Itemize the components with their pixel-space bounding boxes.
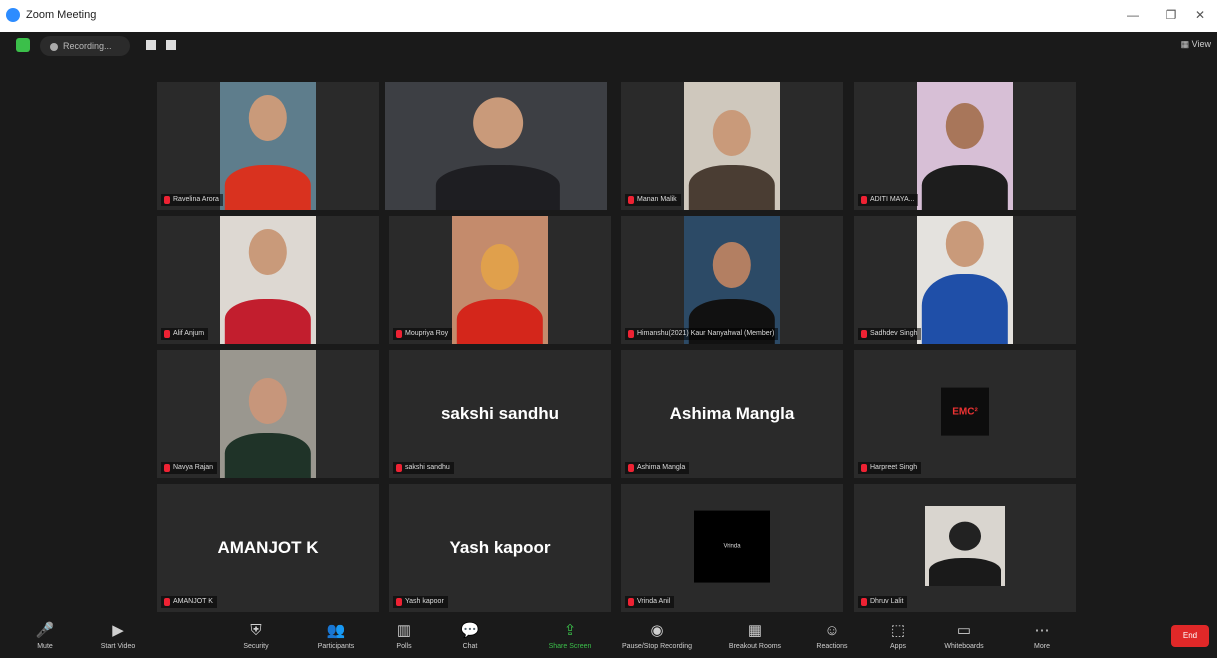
participant-tile[interactable]: AMANJOT K AMANJOT K [157, 484, 379, 612]
close-button[interactable]: ✕ [1190, 6, 1210, 24]
participant-video [385, 82, 607, 210]
view-label: View [1191, 39, 1211, 49]
participant-name: Moupriya Roy [393, 328, 453, 340]
recording-icon: ◉ [650, 622, 664, 639]
participant-name: AMANJOT K [161, 596, 217, 608]
meeting-controls-toolbar: 🎤 Mute ▶ Start Video ⛨ Security 👥 Participan… [0, 617, 1217, 658]
mute-button[interactable]: 🎤 Mute [15, 621, 75, 650]
more-icon: ⋯ [1034, 622, 1050, 639]
participant-name: Yash kapoor [393, 596, 448, 608]
breakout-rooms-icon: ▦ [747, 622, 763, 639]
shield-icon: ⛨ [250, 622, 262, 639]
participant-tile[interactable]: Ashima Mangla Ashima Mangla [621, 350, 843, 478]
participant-display-name: Yash kapoor [449, 538, 551, 557]
polls-button[interactable]: ▥ Polls [374, 621, 434, 650]
share-screen-button[interactable]: ⇪ Share Screen [540, 621, 600, 650]
meeting-top-bar: Recording... ▦ View [0, 32, 1217, 60]
microphone-icon: 🎤 [35, 622, 55, 639]
profile-logo: EMC² [941, 387, 989, 436]
whiteboards-button[interactable]: ▭ Whiteboards [934, 621, 994, 650]
participant-tile[interactable]: Dhruv Lalit [854, 484, 1076, 612]
reaction-smile-icon: ☺ [824, 622, 840, 639]
participant-tile[interactable]: Alif Anjum [157, 216, 379, 344]
participant-name: Ashima Mangla [625, 462, 690, 474]
participant-video [917, 216, 1013, 344]
participant-name: sakshi sandhu [393, 462, 454, 474]
participants-button[interactable]: 👥 Participants [306, 621, 366, 650]
participant-video [220, 216, 316, 344]
bar-chart-icon: ▥ [396, 622, 412, 639]
participant-name: Manan Malik [625, 194, 681, 206]
participant-tile[interactable]: Navya Rajan [157, 350, 379, 478]
window-title: Zoom Meeting [26, 9, 97, 21]
participant-tile[interactable]: ADITI MAYA... [854, 82, 1076, 210]
participant-tile[interactable]: Moupriya Roy [389, 216, 611, 344]
security-shield-icon[interactable] [16, 38, 30, 52]
participant-tile[interactable]: EMC² Harpreet Singh [854, 350, 1076, 478]
participant-name: Himanshu(2021) Kaur Nanyahwal (Member) [625, 328, 779, 340]
participant-name: Sadhdev Singh [858, 328, 922, 340]
profile-picture [925, 506, 1005, 586]
participant-name: Harpreet Singh [858, 462, 922, 474]
participant-display-name: Ashima Mangla [669, 404, 795, 423]
recording-indicator[interactable]: Recording... [40, 36, 130, 56]
participants-icon: 👥 [326, 622, 346, 639]
breakout-rooms-button[interactable]: ▦ Breakout Rooms [722, 621, 788, 650]
pause-stop-recording-button[interactable]: ◉ Pause/Stop Recording [618, 621, 696, 650]
minimize-button[interactable]: — [1123, 6, 1143, 24]
participant-tile[interactable]: Yash kapoor Yash kapoor [389, 484, 611, 612]
share-screen-icon: ⇪ [563, 622, 577, 639]
participant-display-name: AMANJOT K [217, 538, 319, 557]
apps-button[interactable]: ⬚ Apps [868, 621, 928, 650]
participant-video [917, 82, 1013, 210]
security-button[interactable]: ⛨ Security [226, 621, 286, 650]
chat-bubble-icon: 💬 [460, 622, 480, 639]
profile-picture: Vrinda [694, 510, 770, 583]
participant-video [452, 216, 548, 344]
participant-tile[interactable]: Vrinda Vrinda Anil [621, 484, 843, 612]
zoom-logo-icon [6, 8, 20, 22]
stop-recording-icon[interactable] [166, 40, 176, 50]
participant-tile[interactable]: Sadhdev Singh [854, 216, 1076, 344]
participant-name: Ravelina Arora [161, 194, 223, 206]
end-meeting-button[interactable]: End [1171, 625, 1209, 647]
whiteboard-icon: ▭ [956, 622, 972, 639]
participant-display-name: sakshi sandhu [440, 404, 560, 423]
recording-label: Recording... [63, 41, 112, 51]
participant-video [684, 216, 780, 344]
participant-name: Dhruv Lalit [858, 596, 908, 608]
participant-tile[interactable]: Himanshu(2021) Kaur Nanyahwal (Member) [621, 216, 843, 344]
participant-tile[interactable]: Manan Malik [621, 82, 843, 210]
participant-video [684, 82, 780, 210]
chat-button[interactable]: 💬 Chat [440, 621, 500, 650]
apps-icon: ⬚ [890, 622, 906, 639]
participant-name: Vrinda Anil [625, 596, 675, 608]
participant-video [220, 350, 316, 478]
more-button[interactable]: ⋯ More [1012, 621, 1072, 650]
participant-name: ADITI MAYA... [858, 194, 919, 206]
view-button[interactable]: ▦ View [1181, 39, 1211, 50]
maximize-button[interactable]: ❐ [1161, 6, 1181, 24]
start-video-button[interactable]: ▶ Start Video [88, 621, 148, 650]
participant-name: Alif Anjum [161, 328, 209, 340]
participant-name: Navya Rajan [161, 462, 218, 474]
record-dot-icon [50, 42, 58, 51]
participant-tile-active-speaker[interactable] [385, 82, 607, 210]
title-bar: Zoom Meeting — ❐ ✕ [0, 0, 1217, 32]
video-camera-icon: ▶ [112, 622, 124, 639]
pause-recording-icon[interactable] [146, 40, 156, 50]
participant-tile[interactable]: sakshi sandhu sakshi sandhu [389, 350, 611, 478]
participant-video [220, 82, 316, 210]
participant-tile[interactable]: Ravelina Arora [157, 82, 379, 210]
reactions-button[interactable]: ☺ Reactions [802, 621, 862, 650]
